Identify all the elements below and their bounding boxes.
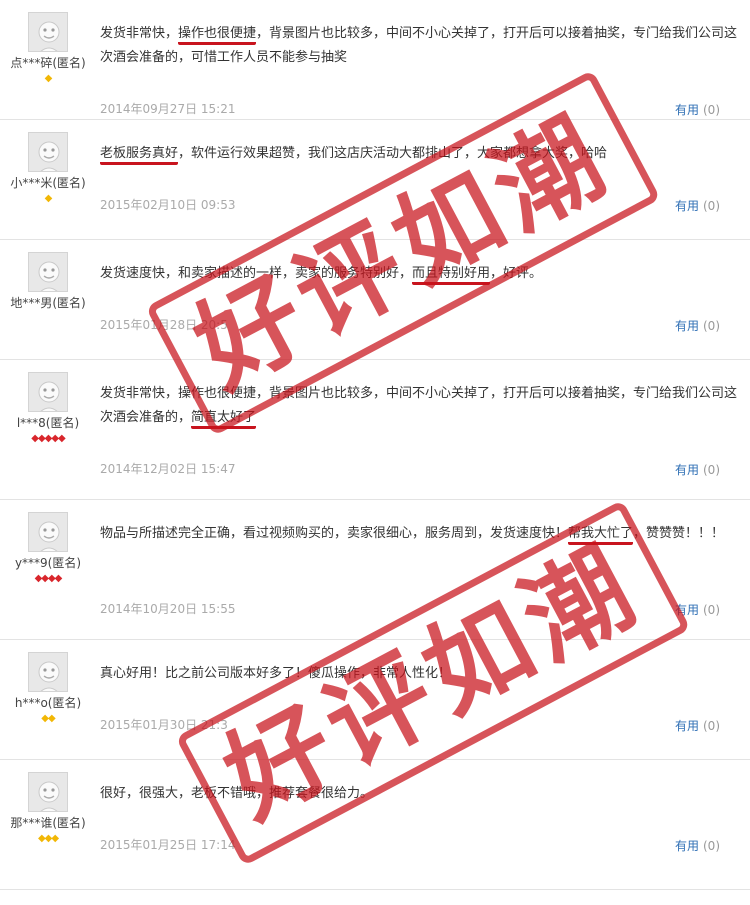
review-date: 2014年10月20日 15:55 — [100, 602, 236, 616]
review-text: 很好，很强大，老板不错哦，推荐套餐很给力。 — [100, 782, 740, 806]
reviewer-name: y***9(匿名) — [14, 556, 82, 570]
review-item: 点***碎(匿名) ◆ 发货非常快，操作也很便捷，背景图片也比较多，中间不小心关掉了… — [0, 0, 750, 120]
review-text-segment: 发货速度快，和卖家描述的一样，卖家的服务特别好， — [100, 266, 413, 281]
review-date: 2014年09月27日 15:21 — [100, 102, 236, 116]
avatar — [28, 652, 68, 692]
review-date: 2015年01月30日 21:3 — [100, 718, 228, 732]
useful-vote: 有用 (0) — [675, 717, 720, 734]
avatar — [28, 12, 68, 52]
buyer-level-icon: ◆◆◆◆◆ — [31, 433, 65, 444]
useful-vote: 有用 (0) — [675, 317, 720, 334]
useful-link[interactable]: 有用 — [675, 603, 699, 617]
review-item: 地***男(匿名) 发货速度快，和卖家描述的一样，卖家的服务特别好，而且特别好用，… — [0, 240, 750, 360]
useful-link[interactable]: 有用 — [675, 463, 699, 477]
useful-vote: 有用 (0) — [675, 601, 720, 618]
avatar — [28, 252, 68, 292]
avatar — [28, 132, 68, 172]
review-item: 那***谁(匿名) ◆◆◆ 很好，很强大，老板不错哦，推荐套餐很给力。 2015年01… — [0, 760, 750, 890]
useful-vote: 有用 (0) — [675, 837, 720, 854]
highlighted-phrase: 帮我大忙了 — [568, 526, 634, 545]
review-text-segment: 真心好用！比之前公司版本好多了！傻瓜操作，非常人性化！ — [100, 666, 452, 681]
highlighted-phrase: 而且特别好用 — [412, 266, 491, 285]
reviewer-name: 地***男(匿名) — [10, 296, 86, 310]
reviewer-name: l***8(匿名) — [16, 416, 80, 430]
review-item: y***9(匿名) ◆◆◆◆ 物品与所描述完全正确，看过视频购买的，卖家很细心，服务… — [0, 500, 750, 640]
useful-count: (0) — [703, 719, 720, 733]
buyer-level-icon: ◆◆◆◆ — [34, 573, 63, 584]
useful-count: (0) — [703, 103, 720, 117]
avatar — [28, 372, 68, 412]
review-item: l***8(匿名) ◆◆◆◆◆ 发货非常快，操作也很便捷，背景图片也比较多，中间不小… — [0, 360, 750, 500]
review-text: 物品与所描述完全正确，看过视频购买的，卖家很细心，服务周到，发货速度快！帮我大忙… — [100, 522, 740, 546]
review-text: 发货非常快，操作也很便捷，背景图片也比较多，中间不小心关掉了，打开后可以接着抽奖… — [100, 382, 740, 430]
buyer-level-icon: ◆◆ — [41, 713, 55, 724]
reviewer-name: 小***米(匿名) — [10, 176, 86, 190]
useful-count: (0) — [703, 319, 720, 333]
review-date: 2015年02月10日 09:53 — [100, 198, 236, 212]
review-text: 发货非常快，操作也很便捷，背景图片也比较多，中间不小心关掉了，打开后可以接着抽奖… — [100, 22, 740, 70]
buyer-level-icon: ◆ — [44, 193, 53, 204]
reviewer-name: h***o(匿名) — [14, 696, 82, 710]
useful-vote: 有用 (0) — [675, 197, 720, 214]
useful-link[interactable]: 有用 — [675, 199, 699, 213]
highlighted-phrase: 操作也很便捷 — [178, 26, 257, 45]
reviewer-name: 那***谁(匿名) — [10, 816, 86, 830]
useful-link[interactable]: 有用 — [675, 839, 699, 853]
review-item: 小***米(匿名) ◆ 老板服务真好，软件运行效果超赞，我们这店庆活动大都排山了，大… — [0, 120, 750, 240]
useful-link[interactable]: 有用 — [675, 319, 699, 333]
reviewer-name: 点***碎(匿名) — [10, 56, 86, 70]
review-text-segment: 物品与所描述完全正确，看过视频购买的，卖家很细心，服务周到，发货速度快！ — [100, 526, 569, 541]
useful-vote: 有用 (0) — [675, 461, 720, 478]
buyer-level-icon: ◆ — [44, 73, 53, 84]
review-text-segment: 很好，很强大，老板不错哦，推荐套餐很给力。 — [100, 786, 374, 801]
review-date: 2015年01月25日 17:14 — [100, 838, 236, 852]
useful-count: (0) — [703, 839, 720, 853]
highlighted-phrase: 老板服务真好 — [100, 146, 179, 165]
review-text: 老板服务真好，软件运行效果超赞，我们这店庆活动大都排山了，大家都想拿大奖，哈哈 — [100, 142, 740, 166]
review-text-segment: 发货非常快， — [100, 26, 179, 41]
avatar — [28, 512, 68, 552]
useful-vote: 有用 (0) — [675, 101, 720, 118]
buyer-level-icon: ◆◆◆ — [37, 833, 59, 844]
avatar — [28, 772, 68, 812]
review-item: h***o(匿名) ◆◆ 真心好用！比之前公司版本好多了！傻瓜操作，非常人性化！ 20… — [0, 640, 750, 760]
review-text: 发货速度快，和卖家描述的一样，卖家的服务特别好，而且特别好用，好评。 — [100, 262, 740, 286]
review-date: 2014年12月02日 15:47 — [100, 462, 236, 476]
useful-count: (0) — [703, 463, 720, 477]
review-text-segment: ，好评。 — [490, 266, 543, 281]
useful-count: (0) — [703, 199, 720, 213]
review-text-segment: ，赞赞赞！！！ — [633, 526, 725, 541]
highlighted-phrase: 简直太好了 — [191, 410, 257, 429]
review-date: 2015年01月28日 20:5 — [100, 318, 228, 332]
review-text-segment: ，软件运行效果超赞，我们这店庆活动大都排山了，大家都想拿大奖，哈哈 — [178, 146, 608, 161]
useful-count: (0) — [703, 603, 720, 617]
useful-link[interactable]: 有用 — [675, 719, 699, 733]
useful-link[interactable]: 有用 — [675, 103, 699, 117]
review-text: 真心好用！比之前公司版本好多了！傻瓜操作，非常人性化！ — [100, 662, 740, 686]
